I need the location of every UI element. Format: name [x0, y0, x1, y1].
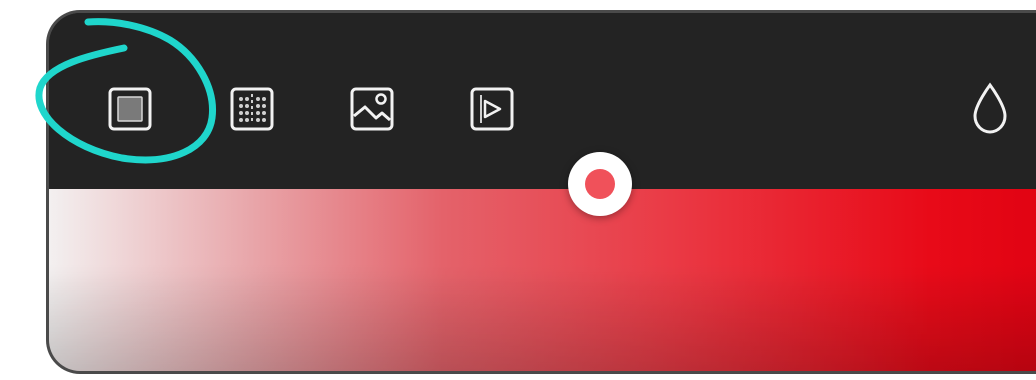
opacity-drop-icon — [968, 81, 1012, 137]
color-picker-stage — [0, 0, 1036, 380]
opacity-button[interactable] — [965, 81, 1015, 137]
saturation-value-field[interactable] — [49, 189, 1036, 371]
image-fill-button[interactable] — [347, 83, 397, 135]
selected-color-swatch — [585, 169, 615, 199]
solid-fill-button[interactable] — [105, 83, 155, 135]
image-fill-icon — [348, 85, 396, 133]
color-picker-handle[interactable] — [568, 152, 632, 216]
solid-fill-icon — [106, 85, 154, 133]
video-fill-icon — [468, 85, 516, 133]
video-fill-button[interactable] — [467, 83, 517, 135]
pattern-fill-button[interactable] — [227, 83, 277, 135]
fill-picker-panel — [46, 10, 1036, 374]
pattern-fill-icon — [228, 85, 276, 133]
fill-type-toolbar — [49, 13, 1036, 189]
